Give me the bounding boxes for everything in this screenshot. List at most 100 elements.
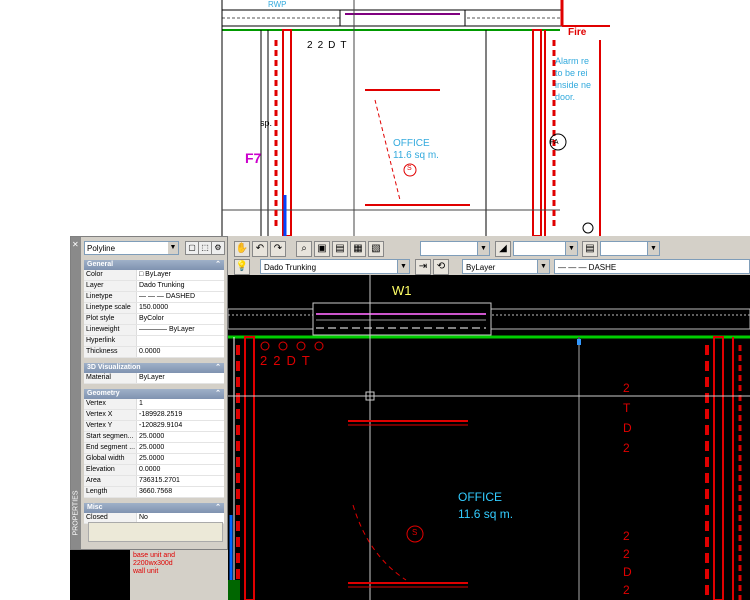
- outlet-label: D: [623, 421, 632, 435]
- collapse-icon[interactable]: ⌃: [215, 260, 221, 270]
- property-row[interactable]: Vertex 1: [84, 399, 224, 410]
- properties-icon[interactable]: ▤: [332, 241, 348, 257]
- outlet-label: 2: [623, 381, 630, 395]
- section-header[interactable]: Geometry ⌃: [84, 389, 224, 399]
- right-outlets-top: 2 T D 2: [623, 378, 632, 458]
- property-row[interactable]: Vertex X -189928.2519: [84, 410, 224, 421]
- property-value: 25.0000: [139, 444, 165, 451]
- property-value: 736315.2701: [139, 477, 180, 484]
- outlet-label: T: [301, 353, 310, 368]
- top-outlet-labels: 2 2 D T: [307, 40, 346, 51]
- property-row[interactable]: Start segmen... 25.0000: [84, 432, 224, 443]
- property-row[interactable]: Linetype scale 150.0000: [84, 303, 224, 314]
- property-value: -120829.9104: [139, 422, 183, 429]
- layer-combo[interactable]: Dado Trunking ▼: [260, 259, 410, 274]
- section-3d-visualization: 3D Visualization ⌃ Material ByLayer: [84, 363, 224, 384]
- section-geometry: Geometry ⌃ Vertex 1 Vertex X -189928.2519 V…: [84, 389, 224, 498]
- select-objects-icon[interactable]: ⬚: [198, 241, 212, 255]
- dimension-style-combo[interactable]: ▼: [420, 241, 490, 256]
- property-row[interactable]: Linetype — — — DASHED: [84, 292, 224, 303]
- top-room-name: OFFICE: [393, 138, 430, 149]
- socket-symbol: S: [412, 528, 418, 537]
- property-value: 3660.7568: [139, 488, 173, 495]
- outlet-label: 2: [623, 547, 630, 561]
- selection-combo[interactable]: Polyline ▼: [84, 241, 179, 255]
- zoom-icon[interactable]: ⌕: [296, 241, 312, 257]
- multileader-icon[interactable]: ▤: [582, 241, 598, 257]
- section-header[interactable]: General ⌃: [84, 260, 224, 270]
- property-row[interactable]: Area 736315.2701: [84, 476, 224, 487]
- fire-label: Fire: [568, 27, 587, 38]
- layer-on-icon[interactable]: 💡: [234, 259, 250, 275]
- linetype-combo-value: — — — DASHE: [558, 263, 617, 272]
- property-row[interactable]: Vertex Y -120829.9104: [84, 421, 224, 432]
- alarm-note-line: inside ne: [555, 80, 592, 90]
- outlet-label: T: [340, 40, 347, 51]
- property-label: Linetype: [84, 292, 137, 302]
- property-label: Global width: [84, 454, 137, 464]
- property-value: ByColor: [139, 315, 164, 322]
- chevron-down-icon: ▼: [397, 260, 409, 273]
- property-value: [137, 336, 224, 346]
- color-combo[interactable]: ByLayer ▼: [462, 259, 550, 274]
- design-center-icon[interactable]: ▦: [350, 241, 366, 257]
- redo-icon[interactable]: ↷: [270, 241, 286, 257]
- property-row[interactable]: Hyperlink: [84, 336, 224, 347]
- property-row[interactable]: Material ByLayer: [84, 373, 224, 384]
- make-current-icon[interactable]: ⇥: [415, 259, 431, 275]
- outlet-label: 2: [260, 353, 268, 368]
- top-room-area: 11.6 sq m.: [393, 150, 439, 161]
- section-header[interactable]: 3D Visualization ⌃: [84, 363, 224, 373]
- property-row[interactable]: Layer Dado Trunking: [84, 281, 224, 292]
- canvas-lines: [228, 275, 750, 600]
- property-row[interactable]: Lineweight ———— ByLayer: [84, 325, 224, 336]
- property-value: — — — DASHED: [139, 293, 196, 300]
- quick-select-icon[interactable]: ⚙: [211, 241, 225, 255]
- collapse-icon[interactable]: ⌃: [215, 363, 221, 373]
- description-panel: [88, 522, 223, 542]
- outlet-label: D: [623, 565, 632, 579]
- text-style-combo[interactable]: ▼: [513, 241, 578, 256]
- room-name: OFFICE: [458, 490, 502, 504]
- close-icon[interactable]: ✕: [72, 240, 79, 249]
- property-label: Color: [84, 270, 137, 280]
- property-row[interactable]: Plot style ByColor: [84, 314, 224, 325]
- toggle-pickadd-icon[interactable]: ▢: [185, 241, 199, 255]
- outlet-label: 2: [317, 40, 324, 51]
- properties-palette[interactable]: ✕ PROPERTIES Polyline ▼ ▢ ⬚ ⚙ General ⌃ Co…: [70, 236, 228, 550]
- property-value: 150.0000: [139, 304, 169, 311]
- property-row[interactable]: Thickness 0.0000: [84, 347, 224, 358]
- outlet-label: 2: [623, 441, 630, 455]
- multileader-style-combo[interactable]: ▼: [600, 241, 660, 256]
- property-value: 25.0000: [139, 455, 165, 462]
- tool-palette-icon[interactable]: ▧: [368, 241, 384, 257]
- undo-icon[interactable]: ↶: [252, 241, 268, 257]
- zoom-window-icon[interactable]: ▣: [314, 241, 330, 257]
- section-header[interactable]: Misc ⌃: [84, 503, 224, 513]
- property-row[interactable]: Global width 25.0000: [84, 454, 224, 465]
- property-value: -189928.2519: [139, 411, 183, 418]
- sp-label: sp.: [260, 118, 273, 128]
- pan-icon[interactable]: ✋: [234, 241, 250, 257]
- property-value: □ ByLayer: [139, 271, 171, 278]
- collapse-icon[interactable]: ⌃: [215, 503, 221, 513]
- chevron-down-icon: ▼: [565, 242, 577, 255]
- dimension-icon[interactable]: ◢: [495, 241, 511, 257]
- property-row[interactable]: Elevation 0.0000: [84, 465, 224, 476]
- outlet-label: D: [286, 353, 296, 368]
- property-label: Layer: [84, 281, 137, 291]
- property-row[interactable]: Length 3660.7568: [84, 487, 224, 498]
- property-row[interactable]: End segment ... 25.0000: [84, 443, 224, 454]
- collapse-icon[interactable]: ⌃: [215, 389, 221, 399]
- drawing-canvas[interactable]: W1 2 2 D T 2 T D 2 2 2 D 2 OFFICE 11.6 s…: [228, 275, 750, 600]
- linetype-combo[interactable]: — — — DASHE: [554, 259, 750, 274]
- layer-combo-value: Dado Trunking: [264, 263, 317, 272]
- property-label: Linetype scale: [84, 303, 137, 313]
- palette-title-strip[interactable]: ✕ PROPERTIES: [71, 237, 81, 549]
- section-misc: Misc ⌃ Closed No: [84, 503, 224, 524]
- chevron-down-icon: ▼: [477, 242, 489, 255]
- right-outlets-bottom: 2 2 D 2: [623, 527, 632, 599]
- color-combo-value: ByLayer: [466, 263, 496, 272]
- property-row[interactable]: Color □ ByLayer: [84, 270, 224, 281]
- layer-previous-icon[interactable]: ⟲: [433, 259, 449, 275]
